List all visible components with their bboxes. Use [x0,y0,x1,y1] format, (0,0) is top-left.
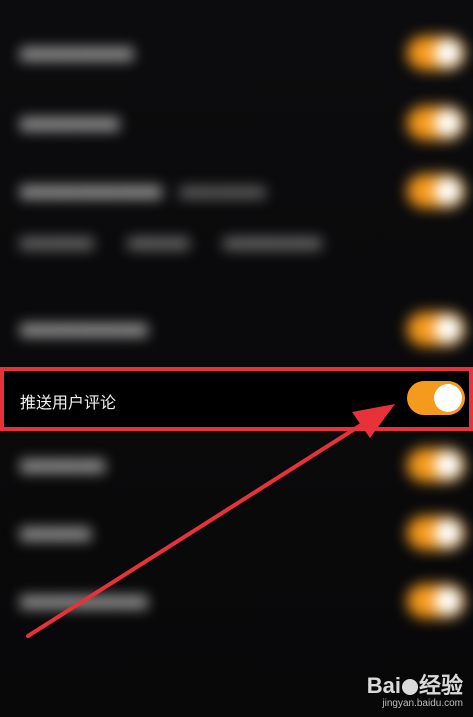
toggle-knob [434,39,462,67]
setting-label: ■■■■■■■■ [20,44,134,62]
toggle-knob [434,384,462,412]
toggle-knob [434,177,462,205]
watermark-brand-left: Bai [366,673,401,698]
setting-row[interactable]: ■■■■■■■ [0,96,473,152]
setting-row[interactable]: ■■■■■ [0,506,473,562]
settings-screen: ■■■■■■■■ ■■■■■■■ ■■■■■■■■■■ ■■■■■■■ ■■■■■… [0,0,473,717]
setting-row[interactable]: ■■■■■■■■■■ ■■■■■■■ [0,164,473,220]
setting-label: ■■■■■■■■■■ ■■■■■■■ [20,182,266,200]
toggle-knob [434,519,462,547]
toggle-switch[interactable] [407,312,465,346]
watermark-url: jingyan.baidu.com [382,698,463,709]
description-part: ■■■■■■ [20,236,94,251]
toggle-switch[interactable] [407,584,465,618]
toggle-switch[interactable] [407,448,465,482]
push-user-comments-row[interactable]: 推送用户评论 [0,367,473,431]
toggle-knob [434,587,462,615]
push-user-comments-toggle[interactable] [407,381,465,415]
baidu-jingyan-watermark: Bai 经验 jingyan.baidu.com [367,668,463,709]
description-part: ■■■■■■■■ [223,236,322,251]
blurred-settings-list: ■■■■■■■■ ■■■■■■■ ■■■■■■■■■■ ■■■■■■■ ■■■■■… [0,0,473,717]
push-user-comments-label: 推送用户评论 [20,393,117,412]
toggle-switch[interactable] [407,106,465,140]
setting-description: ■■■■■■ ■■■■■ ■■■■■■■■ [20,236,352,251]
setting-sublabel: ■■■■■■■ [179,185,266,200]
description-part: ■■■■■ [127,236,190,251]
toggle-knob [434,109,462,137]
paw-icon [401,679,418,696]
setting-label: ■■■■■■■■■ [20,320,148,338]
watermark-brand-right: 经验 [418,673,463,698]
setting-label: ■■■■■■■ [20,114,120,132]
setting-label: ■■■■■ [20,524,91,542]
toggle-switch[interactable] [407,174,465,208]
toggle-switch[interactable] [407,36,465,70]
toggle-knob [434,451,462,479]
toggle-switch[interactable] [407,516,465,550]
toggle-knob [434,315,462,343]
setting-row[interactable]: ■■■■■■ [0,438,473,494]
setting-label: ■■■■■■■■■ [20,592,148,610]
setting-label-text: ■■■■■■■■■■ [20,182,162,200]
setting-label: ■■■■■■ [20,456,106,474]
setting-row[interactable]: ■■■■■■■■■ [0,574,473,630]
setting-row[interactable]: ■■■■■■■■ [0,26,473,82]
setting-row[interactable]: ■■■■■■■■■ [0,302,473,358]
watermark-brand: Bai 经验 [367,668,463,700]
